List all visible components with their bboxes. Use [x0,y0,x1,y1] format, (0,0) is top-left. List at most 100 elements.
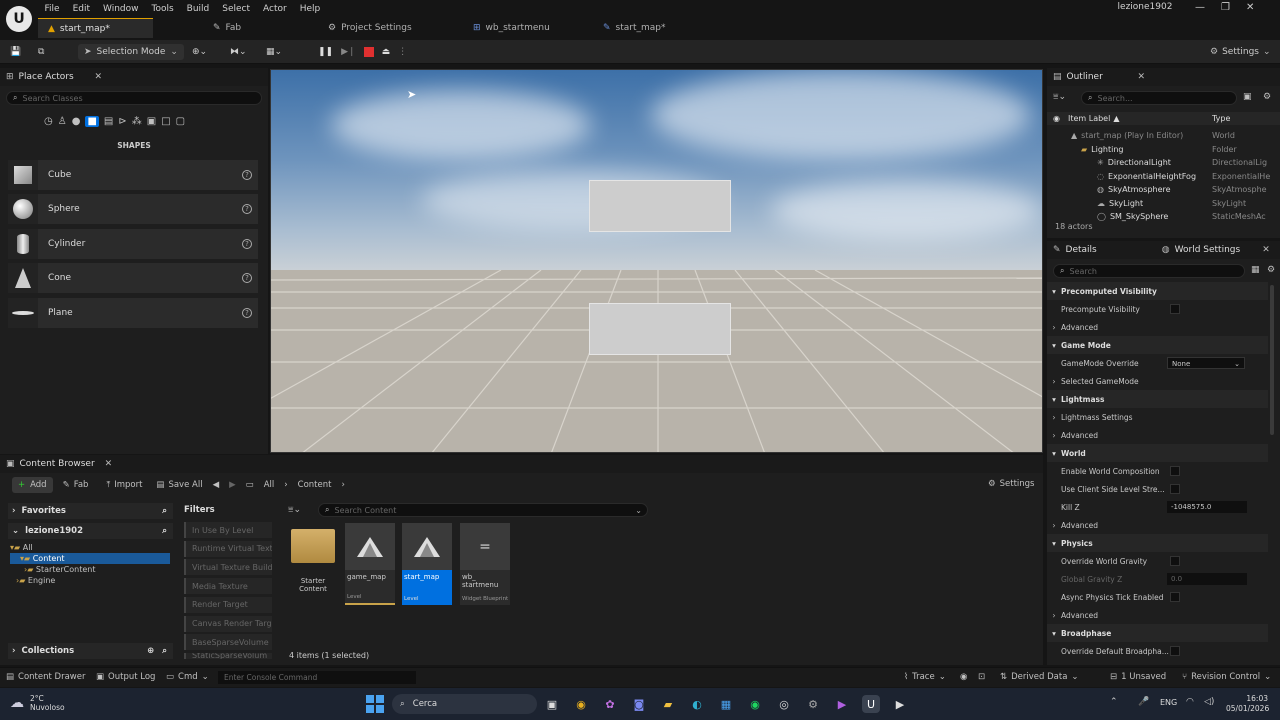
volumes-icon[interactable]: ⁂ [132,116,142,127]
breadcrumb-all[interactable]: All [264,480,275,490]
discord-icon[interactable]: ◙ [630,695,648,713]
search-icon[interactable]: ⌕ [162,506,167,516]
weather-widget[interactable]: ☁ 2°C Nuvoloso [10,694,65,712]
details-property[interactable]: GameMode Override None ⌄ [1047,354,1268,372]
filter-item[interactable]: Virtual Texture Build [184,559,272,576]
selection-mode-button[interactable]: ➤ Selection Mode ⌄ [78,44,184,60]
console-input[interactable]: Enter Console Command [218,671,416,684]
edge-icon[interactable]: ◐ [688,695,706,713]
step-icon[interactable]: ▶❘ [341,47,355,57]
checkbox[interactable] [1170,304,1180,314]
save-all-button[interactable]: ▤ Save All [156,480,202,490]
clock[interactable]: 16:03 05/01/2026 [1226,694,1269,714]
close-icon[interactable]: ✕ [94,72,102,82]
output-log-button[interactable]: ▣ Output Log [96,672,155,682]
add-button[interactable]: + Add [12,477,53,493]
details-property[interactable]: Precompute Visibility [1047,300,1268,318]
details-property[interactable]: Override World Gravity [1047,552,1268,570]
outliner-row[interactable]: ☁ SkyLight SkyLight [1047,197,1280,210]
lights-icon[interactable]: ● [72,116,81,127]
shape-cone[interactable]: Cone ? [8,263,258,293]
eject-icon[interactable]: ⏏ [382,47,391,57]
gear-icon[interactable]: ⚙ [1263,92,1271,102]
details-section[interactable]: ▾ World [1047,444,1268,462]
grid-view-icon[interactable]: ▦ [1251,265,1260,275]
numeric-field[interactable]: -1048575.0 [1167,501,1247,513]
details-section[interactable]: ▾ Game Mode [1047,336,1268,354]
asset-wb-startmenu[interactable]: = wb_ startmenu Widget Blueprint [460,523,510,605]
help-icon[interactable]: ? [242,170,252,180]
forward-icon[interactable]: ▶ [229,480,236,490]
maximize-icon[interactable]: ❐ [1221,2,1230,13]
checkbox[interactable] [1170,484,1180,494]
all-classes-icon[interactable]: ▣ [147,116,156,127]
geometry-icon[interactable]: □ [161,116,170,127]
settings-button[interactable]: ⚙ Settings ⌄ [1210,44,1271,60]
filter-item[interactable]: StaticSparseVolum [184,652,272,659]
details-section[interactable]: ▾ Precomputed Visibility [1047,282,1268,300]
details-property[interactable]: Async Physics Tick Enabled [1047,588,1268,606]
search-classes-input[interactable]: ⌕ Search Classes [6,91,262,105]
close-icon[interactable]: ✕ [1262,245,1270,255]
revision-control-button[interactable]: ⑂ Revision Control ⌄ [1182,672,1271,682]
details-section[interactable]: ▾ Lightmass [1047,390,1268,408]
menu-file[interactable]: File [38,4,66,14]
details-section[interactable]: ▾ Physics [1047,534,1268,552]
minimize-icon[interactable]: — [1195,2,1205,13]
more-icon[interactable]: ⋮ [398,47,407,57]
derived-data-button[interactable]: ⇅ Derived Data ⌄ [1000,672,1079,682]
eye-icon[interactable]: ◉ [1053,114,1060,123]
details-section[interactable]: ▾ Broadphase [1047,624,1268,642]
clapper-icon[interactable]: ▶ [833,695,851,713]
shape-cube[interactable]: Cube ? [8,160,258,190]
outliner-row[interactable]: ◍ SkyAtmosphere SkyAtmosphe [1047,183,1280,196]
filter-item[interactable]: In Use By Level [184,522,272,538]
record-icon[interactable]: ◉ [960,672,967,682]
details-property[interactable]: Use Client Side Level Stre... [1047,480,1268,498]
menu-build[interactable]: Build [180,4,216,14]
tab-fab[interactable]: ✎ Fab [153,18,283,38]
filter-icon[interactable]: ⩸⌄ [1053,92,1066,102]
details-property[interactable]: Enable World Composition [1047,462,1268,480]
tree-engine[interactable]: ›▰ Engine [10,575,170,586]
menu-help[interactable]: Help [293,4,327,14]
outliner-search-input[interactable]: ⌕ Search... [1081,91,1237,105]
more-icon[interactable]: ▢ [176,116,185,127]
checkbox[interactable] [1170,556,1180,566]
shapes-icon[interactable]: ■ [85,116,99,127]
import-button[interactable]: ⤒ Import [106,480,142,490]
language-indicator[interactable]: ENG [1160,698,1177,707]
details-search-input[interactable]: ⌕ Search [1053,264,1245,278]
details-property[interactable]: › Advanced [1047,426,1268,444]
volume-icon[interactable]: ◁) [1204,697,1214,707]
details-property[interactable]: › Selected GameMode [1047,372,1268,390]
spotify-icon[interactable]: ◉ [746,695,764,713]
tab-wb-startmenu[interactable]: ⊞ wb_startmenu [423,18,563,38]
search-icon[interactable]: ⌕ [162,526,167,536]
help-icon[interactable]: ? [242,239,252,249]
add-actor-icon[interactable]: ⊕⌄ [192,44,207,60]
close-icon[interactable]: ✕ [1246,2,1254,13]
back-icon[interactable]: ◀ [213,480,220,490]
asset-game-map[interactable]: game_map Level [345,523,395,605]
menu-actor[interactable]: Actor [257,4,294,14]
outliner-row[interactable]: ✳ DirectionalLight DirectionalLig [1047,156,1280,169]
menu-select[interactable]: Select [216,4,257,14]
filter-icon[interactable]: ⩸⌄ [288,505,301,515]
close-icon[interactable]: ✕ [105,459,113,469]
column-type[interactable]: Type [1212,114,1230,123]
shape-sphere[interactable]: Sphere ? [8,194,258,224]
pause-icon[interactable]: ❚❚ [318,47,333,57]
details-property[interactable]: › Advanced [1047,318,1268,336]
taskbar-search-input[interactable]: ⌕ Cerca [392,694,537,714]
gear-icon[interactable]: ⚙ [1267,265,1275,275]
chrome-icon[interactable]: ◉ [572,695,590,713]
cmd-button[interactable]: ▭ Cmd ⌄ [166,672,209,682]
collections-section[interactable]: › Collections ⊕ ⌕ [8,643,173,659]
favorites-section[interactable]: › Favorites ⌕ [8,503,173,519]
content-settings-button[interactable]: ⚙ Settings [988,479,1035,489]
details-scrollbar[interactable] [1270,285,1274,435]
details-property[interactable]: › Advanced [1047,606,1268,624]
add-icon[interactable]: ⊕ [147,646,154,656]
details-property[interactable]: › Lightmass Settings [1047,408,1268,426]
